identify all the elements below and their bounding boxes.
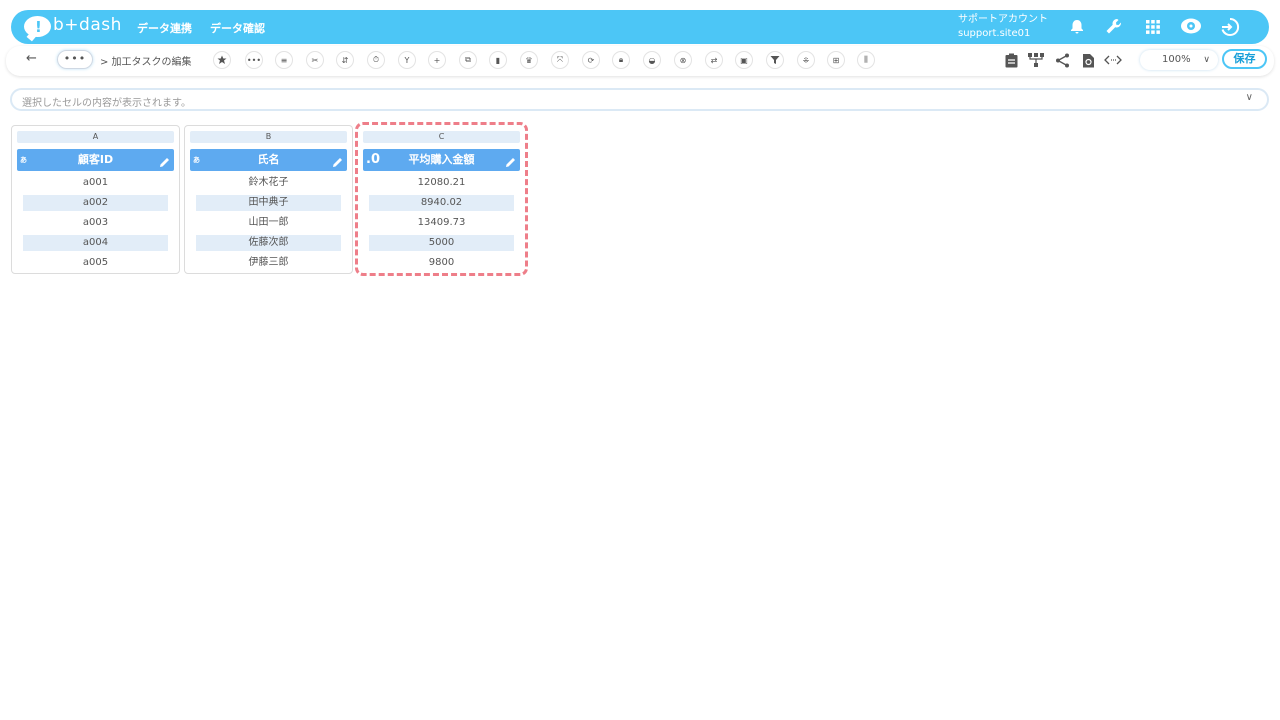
zoom-select[interactable]: 100% ∨ (1140, 50, 1218, 70)
number-type-icon: .0 (366, 152, 380, 167)
filter-icon[interactable] (766, 51, 784, 69)
lock-icon[interactable]: 🔒︎ (612, 51, 630, 69)
branch-icon[interactable]: Y (398, 51, 416, 69)
back-arrow-icon[interactable]: ← (26, 51, 37, 66)
columns-icon[interactable]: ⫼ (857, 51, 875, 69)
column-name: 氏名 (257, 153, 280, 166)
add-icon[interactable]: + (428, 51, 446, 69)
split-icon[interactable]: ⇵ (336, 51, 354, 69)
table-cell[interactable]: 5000 (369, 235, 514, 251)
table-cell[interactable]: 伊藤三郎 (196, 255, 341, 271)
table-cell[interactable]: 鈴木花子 (196, 175, 341, 191)
breadcrumb: > 加工タスクの編集 (100, 57, 192, 68)
column-b[interactable]: B あ 氏名 鈴木花子 田中典子 山田一郎 佐藤次郎 伊藤三郎 (184, 125, 353, 274)
flow-icon[interactable] (1027, 51, 1045, 69)
table-cell[interactable]: 田中典子 (196, 195, 341, 211)
column-c-selected[interactable]: C .0 平均購入金額 12080.21 8940.02 13409.73 50… (355, 122, 528, 276)
paint-icon[interactable]: ◒ (643, 51, 661, 69)
timer-icon[interactable]: ⏱ (367, 51, 385, 69)
bdash-logo[interactable]: ! b+dash (24, 15, 124, 38)
list-icon[interactable]: ≡ (275, 51, 293, 69)
chevron-down-icon[interactable]: ∨ (1246, 92, 1253, 103)
pencil-icon[interactable] (332, 154, 343, 176)
code-icon[interactable] (1104, 51, 1122, 69)
column-a[interactable]: A あ 顧客ID a001 a002 a003 a004 a005 (11, 125, 180, 274)
nav-data-integration[interactable]: データ連携 (137, 20, 192, 36)
support-chat-icon[interactable] (1179, 15, 1203, 39)
chevron-down-icon: ∨ (1203, 55, 1210, 65)
wrench-icon[interactable] (1102, 15, 1126, 39)
save-button[interactable]: 保存 (1222, 49, 1267, 69)
account-site: support.site01 (958, 28, 1031, 39)
bell-icon[interactable] (1065, 15, 1089, 39)
dots-icon[interactable]: ••• (245, 51, 263, 69)
table-cell[interactable]: a004 (23, 235, 168, 251)
table-cell[interactable]: a001 (23, 175, 168, 191)
account-info[interactable]: サポートアカウント support.site01 (958, 13, 1048, 41)
table-cell[interactable]: 12080.21 (369, 175, 514, 191)
pencil-icon[interactable] (505, 154, 516, 176)
more-menu-button[interactable]: ••• (57, 50, 93, 69)
delete-icon[interactable]: ▮ (489, 51, 507, 69)
column-letter[interactable]: A (17, 131, 174, 143)
column-name: 顧客ID (77, 153, 114, 166)
string-type-icon: あ (193, 156, 200, 164)
app-header: ! b+dash データ連携 データ確認 サポートアカウント support.s… (11, 10, 1269, 44)
share-icon[interactable] (1053, 51, 1071, 69)
table-icon[interactable]: ⊞ (827, 51, 845, 69)
expand-icon[interactable]: ⤧ (551, 51, 569, 69)
table-cell[interactable]: 13409.73 (369, 215, 514, 231)
grid-icon[interactable] (1141, 15, 1165, 39)
task-toolbar: ← ••• > 加工タスクの編集 ••• ≡ ✂ ⇵ ⏱ Y + ⧉ ▮ ♛ ⤧… (6, 46, 1274, 76)
formula-placeholder: 選択したセルの内容が表示されます。 (22, 98, 191, 109)
table-cell[interactable]: a003 (23, 215, 168, 231)
frame-icon[interactable]: ▣ (735, 51, 753, 69)
scissors-icon[interactable]: ✂ (306, 51, 324, 69)
table-cell[interactable]: 佐藤次郎 (196, 235, 341, 251)
pencil-icon[interactable] (159, 154, 170, 176)
clipboard-icon[interactable] (1002, 51, 1020, 69)
table-cell[interactable]: a005 (23, 255, 168, 271)
table-cell[interactable]: 9800 (369, 255, 514, 271)
nav-data-check[interactable]: データ確認 (210, 20, 265, 36)
formula-bar[interactable]: 選択したセルの内容が表示されます。 ∨ (10, 88, 1269, 111)
column-letter[interactable]: C (363, 131, 520, 143)
account-label: サポートアカウント (958, 14, 1048, 25)
column-name: 平均購入金額 (408, 153, 475, 166)
favorite-star-icon[interactable] (213, 51, 231, 69)
table-cell[interactable]: 8940.02 (369, 195, 514, 211)
refresh-file-icon[interactable] (1079, 51, 1097, 69)
table-cell[interactable]: 山田一郎 (196, 215, 341, 231)
column-header[interactable]: あ 顧客ID (17, 149, 174, 171)
column-letter[interactable]: B (190, 131, 347, 143)
shuffle-icon[interactable]: ⇄ (705, 51, 723, 69)
zoom-value: 100% (1162, 54, 1191, 65)
crown-icon[interactable]: ♛ (520, 51, 538, 69)
logout-icon[interactable] (1218, 15, 1242, 39)
copy-icon[interactable]: ⧉ (459, 51, 477, 69)
close-circle-icon[interactable]: ⊗ (674, 51, 692, 69)
string-type-icon: あ (20, 156, 27, 164)
column-header[interactable]: .0 平均購入金額 (363, 149, 520, 171)
repeat-icon[interactable]: ⟳ (582, 51, 600, 69)
column-header[interactable]: あ 氏名 (190, 149, 347, 171)
pivot-icon[interactable]: ⁜ (797, 51, 815, 69)
table-cell[interactable]: a002 (23, 195, 168, 211)
